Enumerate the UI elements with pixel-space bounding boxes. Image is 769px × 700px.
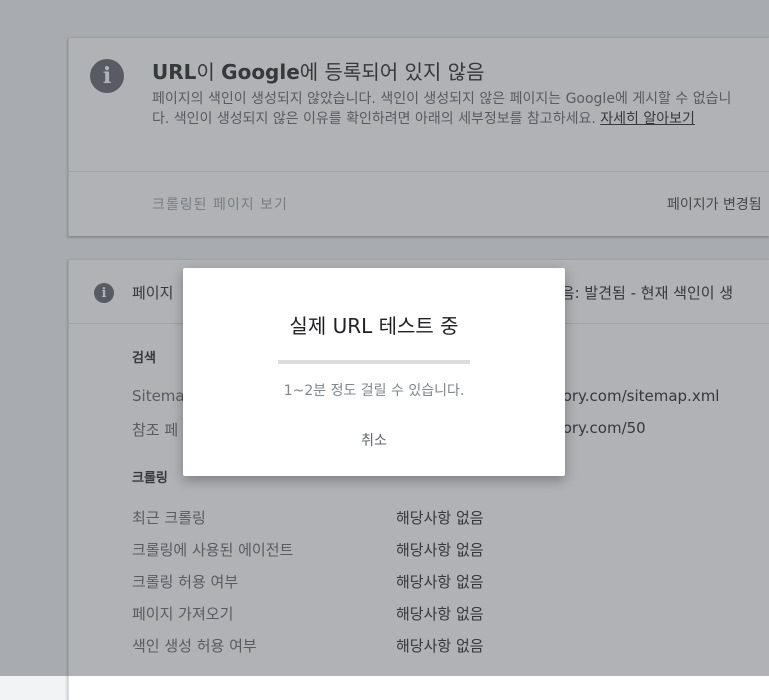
dialog-subtitle: 1~2분 정도 걸릴 수 있습니다. [283,383,465,399]
progress-fill [278,360,470,364]
progress-bar [278,360,470,364]
dialog-title: 실제 URL 테스트 중 [289,314,459,338]
cancel-button[interactable]: 취소 [344,425,404,455]
live-test-dialog: 실제 URL 테스트 중 1~2분 정도 걸릴 수 있습니다. 취소 [183,268,565,476]
